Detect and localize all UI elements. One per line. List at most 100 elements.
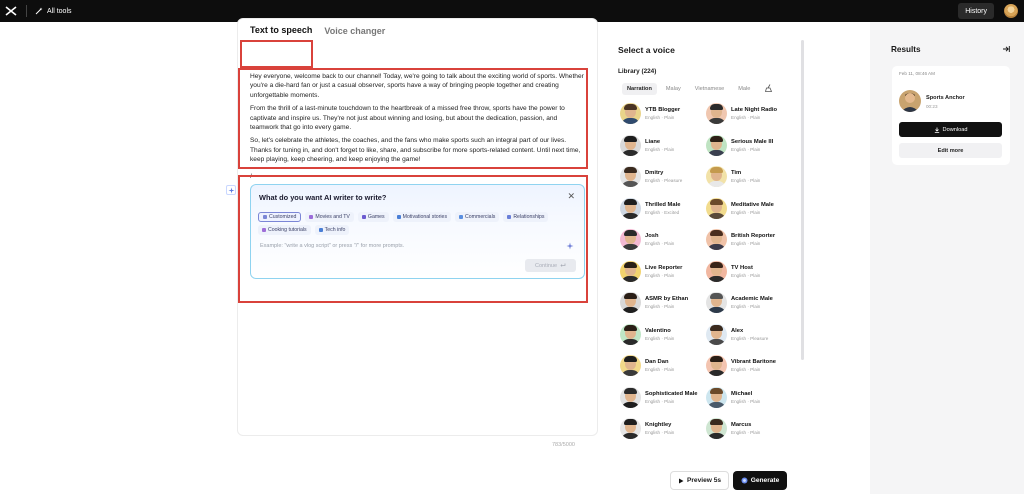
chip-relationships[interactable]: Relationships [503,212,549,222]
voice-avatar [706,166,727,187]
voice-item[interactable]: Meditative Male English · Plain [706,197,774,219]
voice-avatar [620,292,641,313]
voice-text: Academic Male English · Plain [731,296,773,309]
history-button[interactable]: History [958,3,994,19]
voice-item[interactable]: YTB Blogger English · Plain [620,103,680,124]
chip-games[interactable]: Games [357,212,389,222]
download-button[interactable]: Download [899,122,1002,137]
user-avatar[interactable] [1004,4,1018,18]
voice-text: Knightley English · Plain [645,422,674,435]
voice-tags: English · Plain [731,272,761,278]
close-icon[interactable]: ✕ [567,191,575,202]
chip-customized[interactable]: Customized [258,212,302,222]
voice-item[interactable]: Liane English · Plain [620,134,675,156]
chip-dot-icon [459,215,464,219]
avatar-hair [710,293,723,299]
voice-item[interactable]: Live Reporter English · Plain [620,260,682,282]
voice-avatar [620,323,641,345]
avatar-hair [624,293,637,299]
voice-avatar [620,260,641,282]
voice-avatar [706,355,727,376]
voice-avatar [706,229,727,250]
broom-clear-icon[interactable] [765,84,773,94]
avatar-body [707,244,726,250]
voice-avatar [706,197,727,219]
ai-writer-panel: What do you want AI writer to write? ✕ C… [250,184,585,279]
edit-more-button[interactable]: Edit more [899,143,1002,158]
voice-item[interactable]: Josh English · Plain [620,229,674,250]
voice-name: YTB Blogger [645,107,681,113]
voice-item[interactable]: Late Night Radio English · Plain [706,103,777,124]
chip-movies-and-tv[interactable]: Movies and TV [305,212,354,222]
voice-avatar [620,355,641,376]
voice-item[interactable]: Dan Dan English · Plain [620,355,674,376]
voice-item[interactable]: Tim English · Plain [706,166,760,187]
voice-tags: English · Plain [731,367,761,372]
voice-item[interactable]: Serious Male III English · Plain [706,134,773,156]
voice-avatar [706,386,727,408]
voice-name: Dan Dan [645,359,669,365]
voice-item[interactable]: ASMR by Ethan English · Plain [620,292,688,313]
voice-name: Vibrant Baritone [731,359,776,365]
voice-item[interactable]: Vibrant Baritone English · Plain [706,355,776,376]
chip-motivational-stories[interactable]: Motivational stories [392,212,452,222]
voice-item[interactable]: Valentino English · Plain [620,323,674,345]
results-title: Results [891,45,921,54]
chip-commercials[interactable]: Commercials [455,212,500,222]
voice-item[interactable]: Alex English · Pleasure [706,323,768,345]
filter-male[interactable]: Male [733,83,755,95]
chip-cooking-tutorials[interactable]: Cooking tutorials [258,225,311,235]
play-icon [678,478,684,483]
generate-button[interactable]: Generate [733,471,787,490]
voice-name: Marcus [731,422,752,428]
voice-text: Late Night Radio English · Plain [731,107,777,120]
voice-name: Thrilled Male [645,201,681,208]
voice-tags: English · Plain [645,430,675,435]
filter-malay[interactable]: Malay [661,83,686,95]
avatar-hair [624,356,637,362]
voice-item[interactable]: Knightley English · Plain [620,418,674,439]
avatar-body [621,149,640,156]
voice-name: Knightley [645,422,672,428]
voice-filters: Narration Malay Vietnamese Male [622,83,773,95]
filter-narration[interactable]: Narration [622,83,657,95]
continue-button[interactable]: Continue [525,259,576,272]
voice-name: Liane [645,138,661,145]
chip-tech-info[interactable]: Tech info [314,225,350,235]
result-name: Sports Anchor [926,95,965,101]
avatar-body [621,275,640,282]
voice-item[interactable]: Thrilled Male English · Excited [620,197,681,219]
collapse-arrow-icon[interactable] [1002,45,1010,55]
voice-name: Meditative Male [731,201,774,208]
ai-prompt-input[interactable]: Example: "write a vlog script" or press … [260,243,404,249]
voice-text: TV Host English · Plain [731,265,760,278]
chip-dot-icon [318,228,323,232]
avatar-hair [710,135,723,142]
all-tools-button[interactable]: All tools [35,7,72,15]
library-label: Library (224) [618,68,657,75]
avatar-body [707,275,726,282]
voice-item[interactable]: Sophisticated Male English · Plain [620,386,698,408]
avatar-hair [624,167,637,173]
voice-tags: English · Plain [645,146,675,152]
tab-voice-changer[interactable]: Voice changer [324,26,385,42]
voice-item[interactable]: TV Host English · Plain [706,260,760,282]
preview-button[interactable]: Preview 5s [670,471,729,490]
avatar-hair [624,198,637,205]
voice-tags: English · Plain [645,115,675,120]
filter-vietnamese[interactable]: Vietnamese [690,83,729,95]
app-logo-icon[interactable] [4,4,18,18]
ai-writer-toggle-icon[interactable] [226,185,236,195]
avatar-body [621,118,640,124]
sparkle-icon[interactable] [566,242,574,252]
character-counter: 783/5000 [552,442,575,448]
voice-tags: English · Plain [645,367,675,372]
voice-item[interactable]: Dmitry English · Pleasure [620,166,682,187]
voice-item[interactable]: Marcus English · Plain [706,418,760,439]
result-avatar[interactable] [899,90,921,112]
avatar-body [621,212,640,219]
voice-item[interactable]: British Reporter English · Plain [706,229,775,250]
voice-item[interactable]: Academic Male English · Plain [706,292,773,313]
voice-list-scrollbar[interactable] [801,40,804,360]
voice-item[interactable]: Michael English · Plain [706,386,760,408]
